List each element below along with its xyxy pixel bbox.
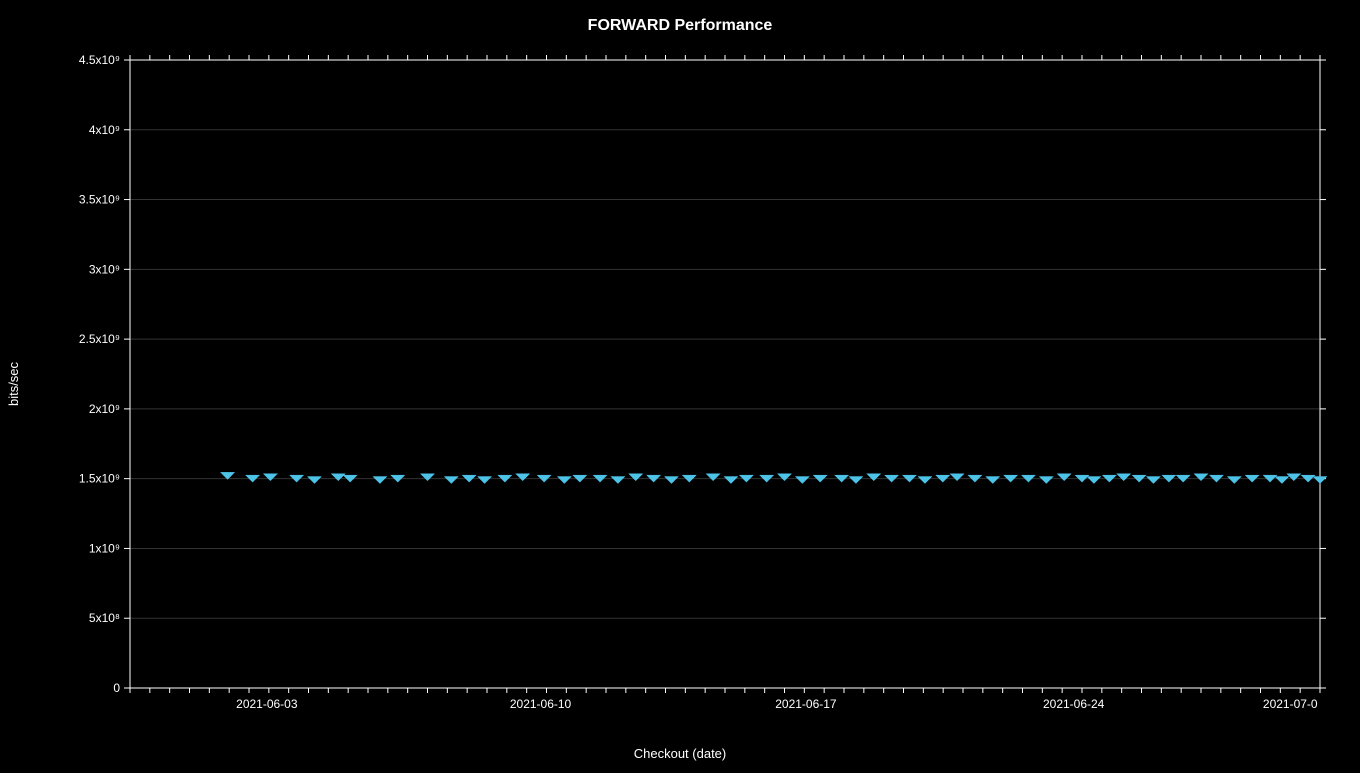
svg-text:2021-06-17: 2021-06-17 <box>775 697 837 711</box>
svg-text:2x10⁹: 2x10⁹ <box>89 402 120 416</box>
svg-text:Checkout (date): Checkout (date) <box>634 746 727 761</box>
svg-text:5x10⁸: 5x10⁸ <box>89 611 120 625</box>
svg-text:2021-06-10: 2021-06-10 <box>510 697 572 711</box>
svg-text:2021-06-03: 2021-06-03 <box>236 697 298 711</box>
svg-text:3.5x10⁹: 3.5x10⁹ <box>79 193 120 207</box>
chart-svg: FORWARD Performance bits/sec Checkout (dat… <box>0 0 1360 768</box>
svg-text:4x10⁹: 4x10⁹ <box>89 123 120 137</box>
svg-text:FORWARD Performance: FORWARD Performance <box>588 17 773 34</box>
svg-text:3x10⁹: 3x10⁹ <box>89 262 120 276</box>
svg-text:2021-07-0: 2021-07-0 <box>1263 697 1318 711</box>
svg-text:0: 0 <box>113 681 120 695</box>
svg-text:4.5x10⁹: 4.5x10⁹ <box>79 53 120 67</box>
svg-text:1x10⁹: 1x10⁹ <box>89 541 120 555</box>
svg-text:1.5x10⁹: 1.5x10⁹ <box>79 472 120 486</box>
svg-text:2021-06-24: 2021-06-24 <box>1043 697 1105 711</box>
svg-text:2.5x10⁹: 2.5x10⁹ <box>79 332 120 346</box>
svg-text:bits/sec: bits/sec <box>6 361 21 406</box>
chart-container: FORWARD Performance bits/sec Checkout (dat… <box>0 0 1360 768</box>
